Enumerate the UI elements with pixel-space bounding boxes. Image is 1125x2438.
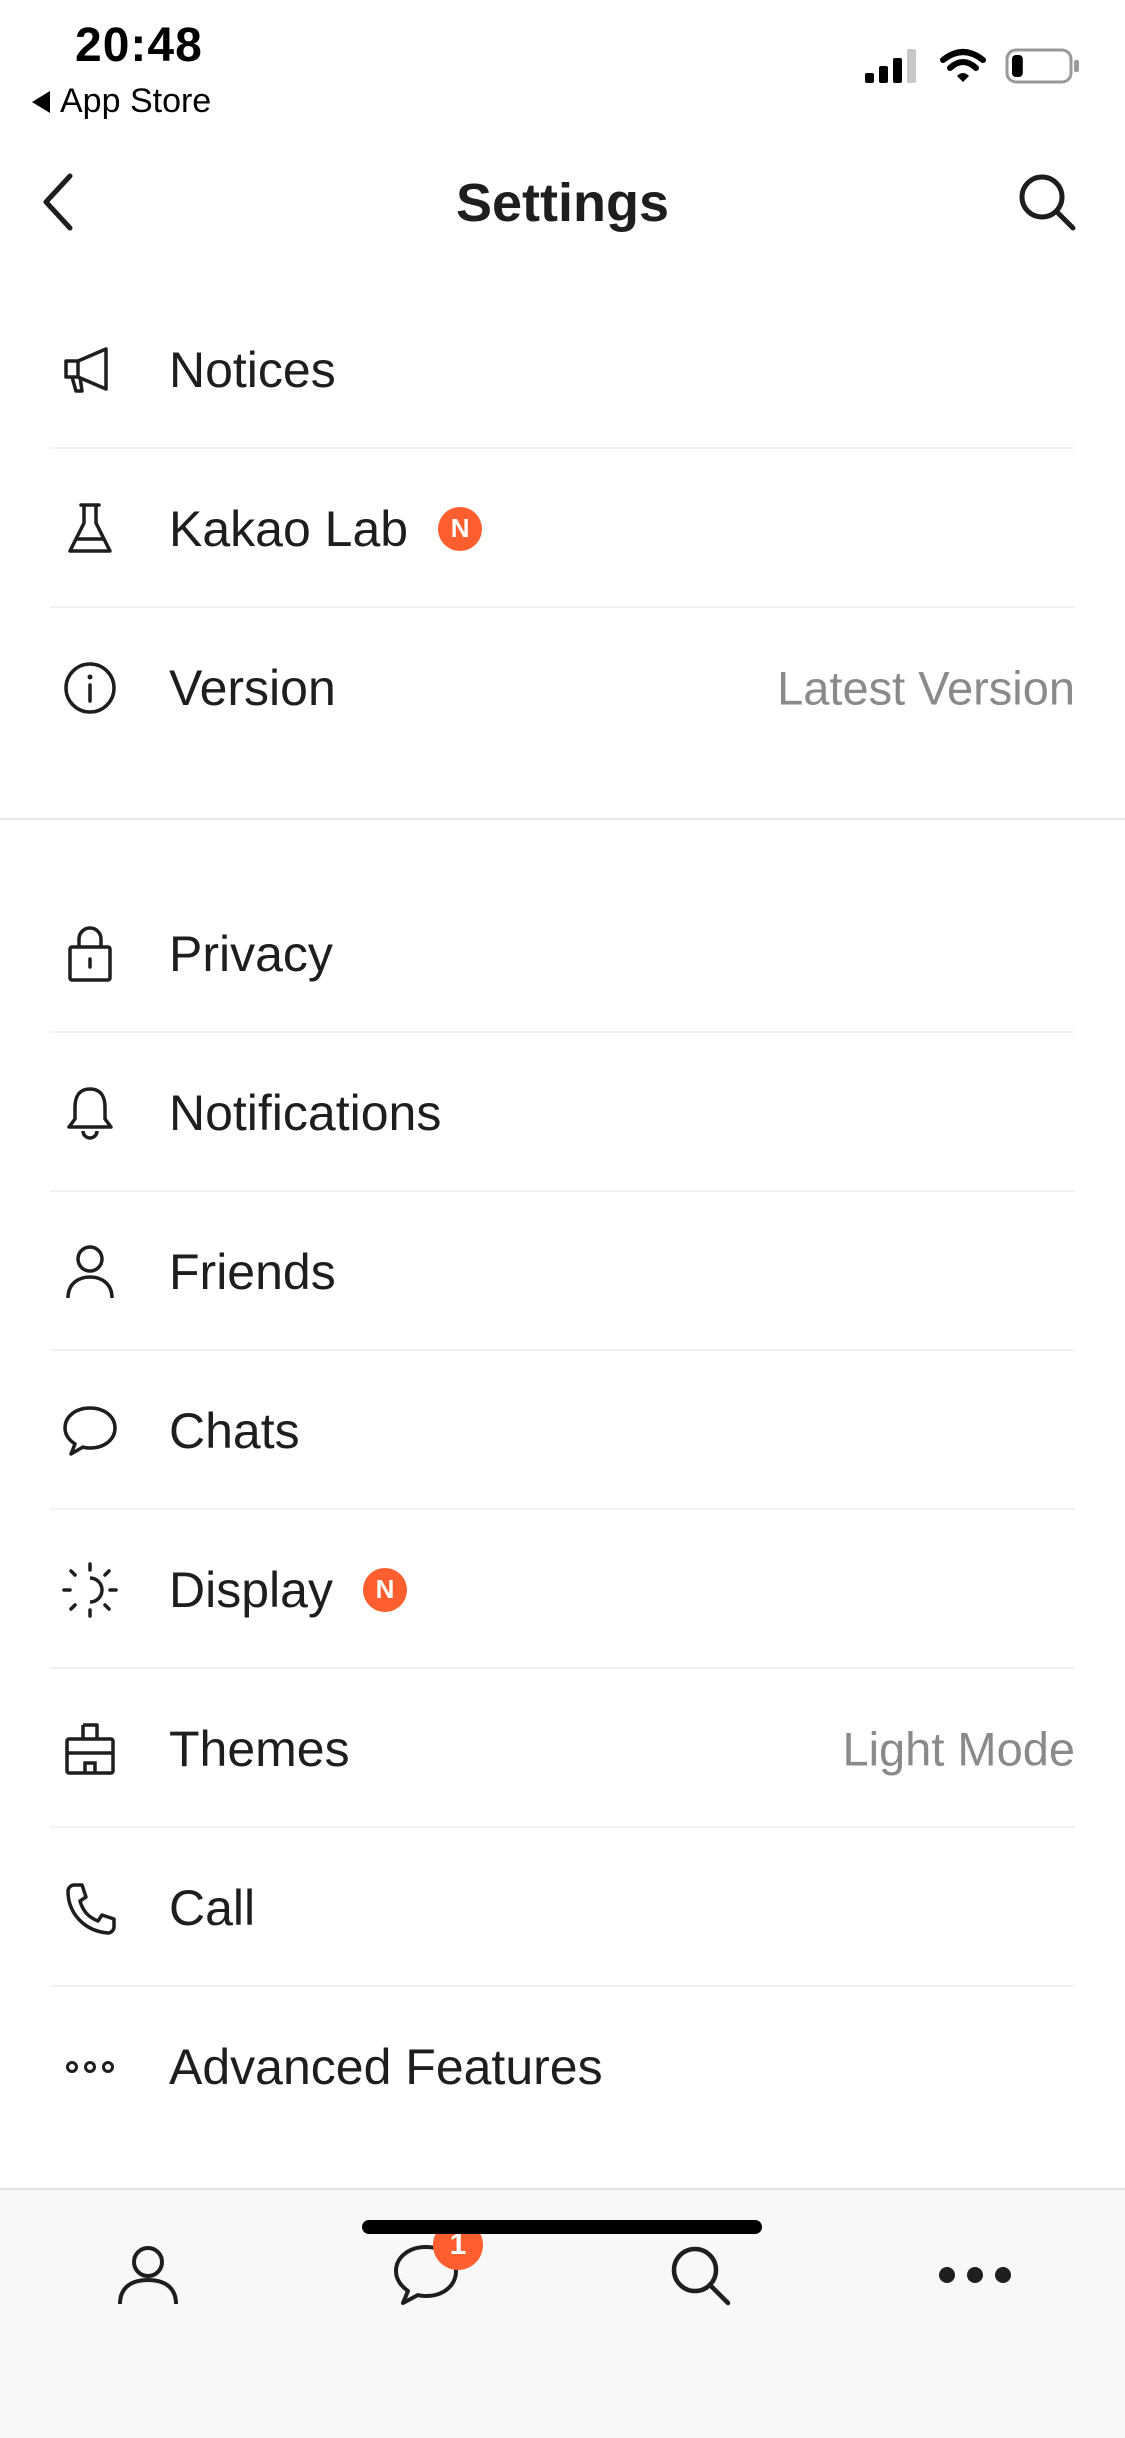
search-icon	[671, 2246, 731, 2306]
phone-icon	[58, 1876, 122, 1940]
flask-icon	[58, 497, 122, 561]
settings-item-notifications[interactable]: Notifications	[0, 1033, 1125, 1192]
settings-item-kakao-lab[interactable]: Kakao Lab N	[0, 449, 1125, 608]
settings-item-call[interactable]: Call	[0, 1828, 1125, 1987]
status-bar: 20:48 App Store	[0, 0, 1125, 130]
page-title: Settings	[455, 173, 670, 233]
status-icons	[865, 48, 1081, 84]
brightness-icon	[58, 1558, 122, 1622]
settings-item-label: Themes	[169, 1720, 350, 1778]
settings-item-version[interactable]: Version Latest Version	[0, 608, 1125, 767]
settings-item-themes[interactable]: Themes Light Mode	[0, 1669, 1125, 1828]
privacy-label: Privacy	[169, 925, 333, 982]
battery-icon	[1005, 48, 1079, 84]
settings-item-label: Kakao Lab N	[169, 500, 483, 558]
back-triangle-icon	[32, 90, 50, 113]
notifications-label: Notifications	[169, 1084, 442, 1141]
settings-item-notices[interactable]: Notices	[0, 290, 1125, 449]
tab-friends[interactable]	[103, 2230, 193, 2320]
settings-item-label: Notifications	[169, 1084, 441, 1142]
back-to-app-link[interactable]: App Store	[32, 82, 211, 121]
chat-bubble-icon	[58, 1399, 122, 1463]
settings-section-info: Notices Kakao Lab N Version Latest Versi…	[0, 290, 1125, 767]
settings-item-label: Friends	[169, 1243, 336, 1301]
themes-label: Themes	[169, 1720, 350, 1777]
call-label: Call	[169, 1879, 256, 1936]
theme-brush-icon	[58, 1717, 122, 1781]
wifi-icon	[940, 49, 986, 82]
display-label: Display	[169, 1561, 333, 1618]
version-label: Version	[169, 659, 336, 716]
lock-icon	[58, 922, 122, 986]
kakao-lab-label: Kakao Lab	[169, 500, 409, 557]
settings-item-label: Advanced Features	[169, 2038, 603, 2096]
section-divider	[0, 818, 1125, 820]
settings-item-label: Display N	[169, 1561, 407, 1619]
more-dots-icon	[939, 2267, 1011, 2283]
settings-item-privacy[interactable]: Privacy	[0, 874, 1125, 1033]
settings-item-label: Notices	[169, 341, 336, 399]
settings-item-label: Chats	[169, 1402, 300, 1460]
themes-value: Light Mode	[842, 1722, 1075, 1775]
settings-item-label: Call	[169, 1879, 255, 1937]
tab-search[interactable]	[655, 2230, 745, 2320]
settings-item-label: Privacy	[169, 925, 333, 983]
friends-label: Friends	[169, 1243, 336, 1300]
version-value: Latest Version	[777, 661, 1075, 714]
home-indicator[interactable]	[362, 2220, 762, 2234]
new-badge: N	[362, 1567, 407, 1612]
status-time: 20:48	[75, 19, 203, 72]
settings-item-chats[interactable]: Chats	[0, 1351, 1125, 1510]
settings-section-main: Privacy Notifications Friends Chats Disp…	[0, 874, 1125, 2146]
settings-item-label: Version	[169, 659, 336, 717]
back-app-label: App Store	[60, 82, 212, 120]
tab-more[interactable]	[930, 2230, 1020, 2320]
new-badge: N	[438, 506, 483, 551]
settings-item-display[interactable]: Display N	[0, 1510, 1125, 1669]
person-icon	[118, 2246, 178, 2305]
cellular-signal-icon	[865, 49, 916, 83]
megaphone-icon	[58, 338, 122, 402]
nav-header: Settings	[0, 130, 1125, 270]
info-icon	[58, 656, 122, 720]
notices-label: Notices	[169, 341, 336, 398]
settings-item-friends[interactable]: Friends	[0, 1192, 1125, 1351]
settings-item-advanced-features[interactable]: Advanced Features	[0, 1987, 1125, 2146]
bell-icon	[58, 1081, 122, 1145]
person-icon	[58, 1240, 122, 1304]
more-dots-icon	[58, 2035, 122, 2099]
tab-chats[interactable]: 1	[381, 2220, 483, 2320]
advanced-features-label: Advanced Features	[169, 2038, 603, 2095]
search-icon[interactable]	[1017, 172, 1077, 232]
chats-label: Chats	[169, 1402, 300, 1459]
